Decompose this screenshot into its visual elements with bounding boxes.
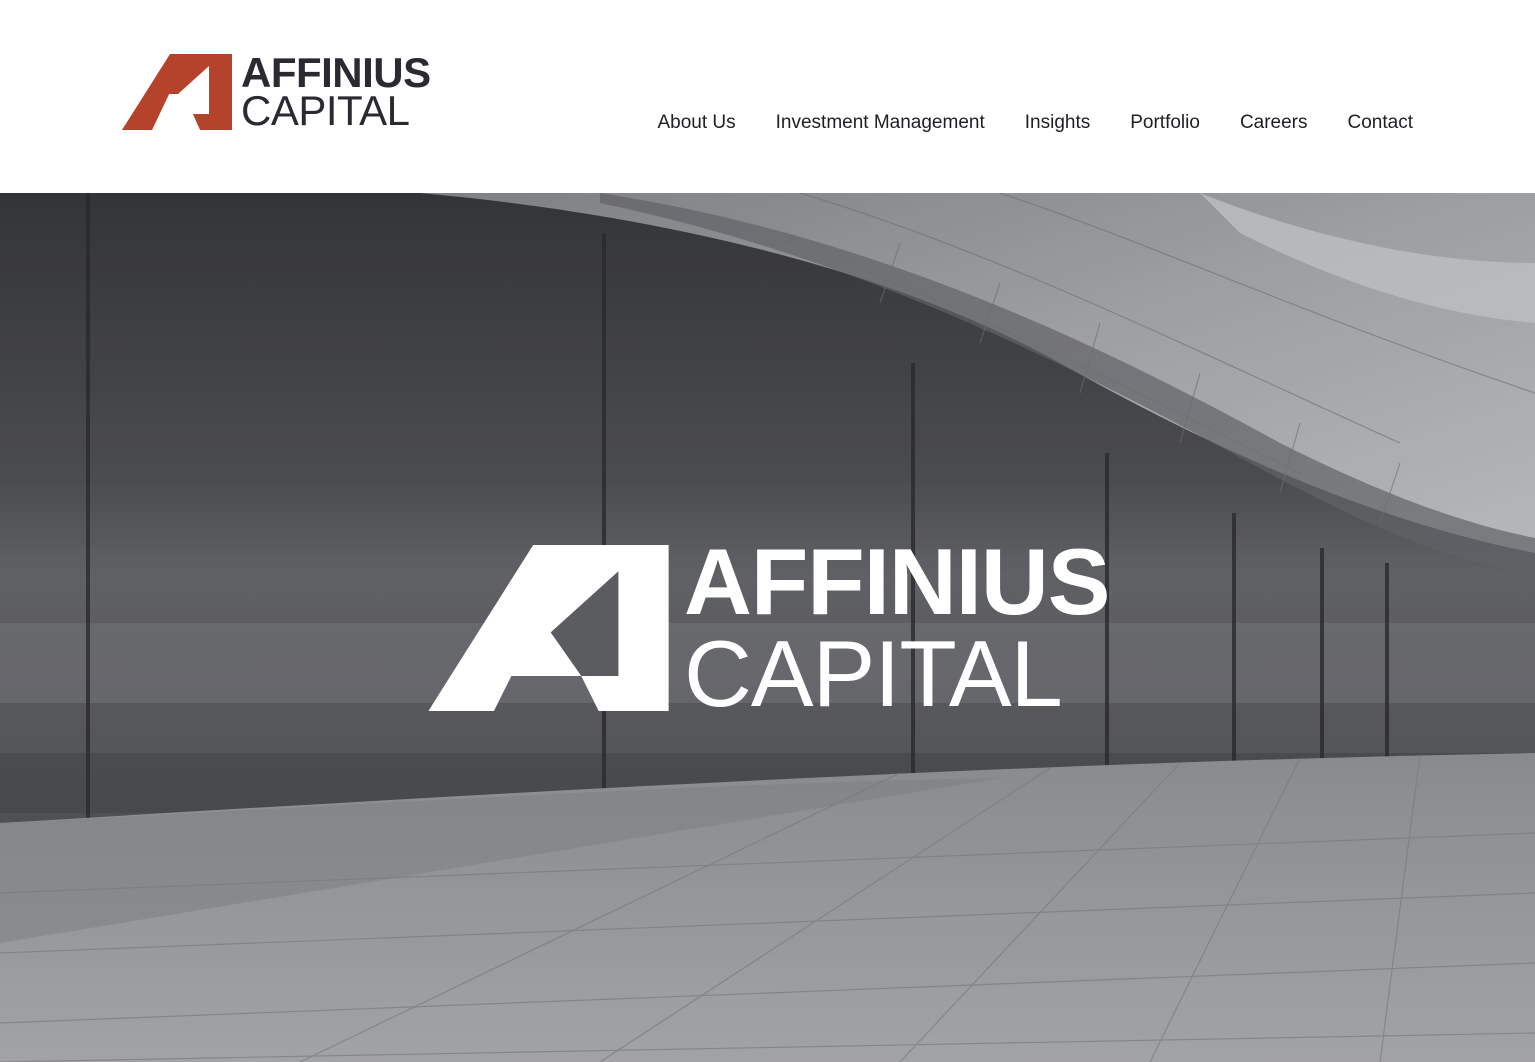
affinius-a-mark-icon xyxy=(428,545,669,711)
site-header: AFFINIUS CAPITAL About Us Investment Man… xyxy=(0,0,1535,193)
nav-investment-management[interactable]: Investment Management xyxy=(776,112,985,134)
nav-contact[interactable]: Contact xyxy=(1348,112,1413,134)
main-nav: About Us Investment Management Insights … xyxy=(657,108,1413,138)
nav-careers[interactable]: Careers xyxy=(1240,112,1308,134)
hero-logo: AFFINIUS CAPITAL xyxy=(426,535,1126,721)
affinius-a-mark-icon xyxy=(122,54,232,130)
hero-brand-name-line-1: AFFINIUS xyxy=(684,529,1110,634)
hero-section: AFFINIUS CAPITAL xyxy=(0,193,1535,1062)
home-logo-link[interactable]: AFFINIUS CAPITAL xyxy=(122,52,432,132)
nav-insights[interactable]: Insights xyxy=(1025,112,1090,134)
hero-brand-name-line-2: CAPITAL xyxy=(684,621,1063,726)
nav-about-us[interactable]: About Us xyxy=(657,112,735,134)
nav-portfolio[interactable]: Portfolio xyxy=(1130,112,1200,134)
brand-name-line-2: CAPITAL xyxy=(241,87,410,134)
